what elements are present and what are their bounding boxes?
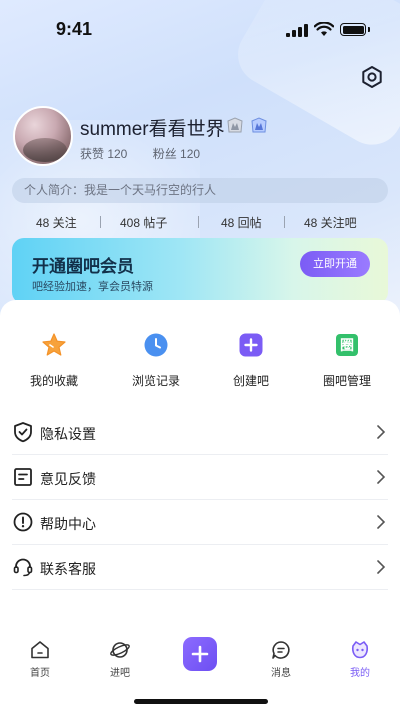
profile-icon xyxy=(351,641,369,659)
shortcut-create[interactable]: 创建吧 xyxy=(211,332,291,389)
user-stats: 获赞 120 粉丝 120 xyxy=(80,145,222,162)
planet-icon xyxy=(110,642,130,658)
help-icon xyxy=(13,512,33,532)
vip-badge-icon xyxy=(251,117,267,133)
vip-title: 开通圈吧会员 xyxy=(32,257,134,276)
signal-icon xyxy=(286,24,308,37)
level-badge-icon xyxy=(227,117,243,133)
likes-count: 获赞 120 xyxy=(80,147,128,161)
battery-icon xyxy=(340,23,366,36)
menu-item-label: 联系客服 xyxy=(40,561,96,577)
home-indicator xyxy=(134,699,268,704)
following-count[interactable]: 48 关注 xyxy=(36,214,77,231)
battery-tip xyxy=(368,27,370,32)
quan-icon: 圈 xyxy=(336,334,358,356)
replies-count[interactable]: 48 回帖 xyxy=(221,214,262,231)
shortcut-label: 圈吧管理 xyxy=(322,374,371,388)
menu-item-label: 意见反馈 xyxy=(40,471,96,487)
posts-count[interactable]: 408 帖子 xyxy=(120,214,167,231)
menu-item-feedback[interactable]: 意见反馈 xyxy=(12,455,388,500)
status-time: 9:41 xyxy=(56,19,93,39)
divider xyxy=(198,216,199,228)
vip-card[interactable]: 开通圈吧会员 吧经验加速，享会员特源 立即开通 xyxy=(12,238,388,304)
clock-icon xyxy=(144,333,168,357)
fans-count: 粉丝 120 xyxy=(152,147,201,161)
feedback-icon xyxy=(14,468,32,486)
plus-icon xyxy=(191,645,209,663)
shortcut-label: 浏览记录 xyxy=(131,374,180,388)
menu-item-label: 隐私设置 xyxy=(40,426,96,442)
shortcut-label: 创建吧 xyxy=(232,374,269,388)
star-icon xyxy=(42,333,66,356)
shortcut-history[interactable]: 浏览记录 xyxy=(116,332,196,389)
menu-item-privacy[interactable]: 隐私设置 xyxy=(12,410,388,455)
vip-subtitle: 吧经验加速，享会员特源 xyxy=(32,281,153,293)
chevron-right-icon xyxy=(377,515,386,529)
wifi-icon xyxy=(314,22,334,36)
home-icon xyxy=(31,641,49,659)
shield-icon xyxy=(14,422,32,443)
followed-bars-count[interactable]: 48 关注吧 xyxy=(304,214,357,231)
counts-row: 48 关注 408 帖子 48 回帖 48 关注吧 xyxy=(0,214,400,232)
settings-icon[interactable] xyxy=(360,65,384,89)
bio-bar[interactable]: 个人简介：我是一个天马行空的行人 xyxy=(12,178,388,203)
headset-icon xyxy=(13,558,33,577)
tab-label: 我的 xyxy=(350,668,370,679)
tab-label: 进吧 xyxy=(110,668,130,679)
divider xyxy=(100,216,101,228)
avatar[interactable] xyxy=(13,106,73,166)
message-icon xyxy=(272,641,290,659)
tab-messages[interactable]: 消息 xyxy=(251,635,311,679)
tab-label: 消息 xyxy=(271,668,291,679)
plus-icon xyxy=(239,333,263,357)
menu-item-support[interactable]: 联系客服 xyxy=(12,545,388,590)
create-post-button[interactable] xyxy=(183,637,217,671)
tab-home[interactable]: 首页 xyxy=(10,635,70,679)
tab-label: 首页 xyxy=(30,668,50,679)
menu-item-help[interactable]: 帮助中心 xyxy=(12,500,388,545)
settings-menu: 隐私设置 意见反馈 帮助中心 联系客服 xyxy=(12,410,388,590)
tab-mine[interactable]: 我的 xyxy=(330,635,390,679)
chevron-right-icon xyxy=(377,560,386,574)
chevron-right-icon xyxy=(377,470,386,484)
status-bar: 9:41 xyxy=(0,0,400,56)
chevron-right-icon xyxy=(377,425,386,439)
user-name: summer看看世界 xyxy=(80,119,225,140)
tab-enter-bar[interactable]: 进吧 xyxy=(90,635,150,679)
svg-text:圈: 圈 xyxy=(340,338,354,354)
divider xyxy=(284,216,285,228)
shortcut-manage[interactable]: 圈 圈吧管理 xyxy=(307,332,387,389)
menu-item-label: 帮助中心 xyxy=(40,516,96,532)
shortcuts-row: 我的收藏 浏览记录 创建吧 圈 圈吧管理 xyxy=(0,332,400,392)
vip-open-button[interactable]: 立即开通 xyxy=(300,251,370,277)
shortcut-favorites[interactable]: 我的收藏 xyxy=(14,332,94,389)
shortcut-label: 我的收藏 xyxy=(29,374,78,388)
